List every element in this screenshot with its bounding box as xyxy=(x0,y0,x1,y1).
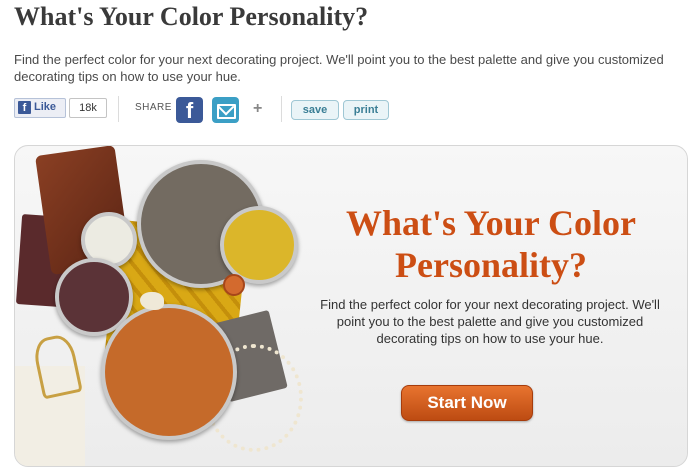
facebook-share-button[interactable]: f xyxy=(176,97,203,123)
share-bar: f Like 18k SHARE f + save print xyxy=(14,96,700,124)
promo-banner: What's Your Color Personality? Find the … xyxy=(14,145,688,467)
save-button[interactable]: save xyxy=(291,100,339,120)
print-button[interactable]: print xyxy=(343,100,389,120)
like-label: Like xyxy=(34,101,57,113)
like-count: 18k xyxy=(69,98,107,118)
divider xyxy=(281,96,282,122)
facebook-icon: f xyxy=(185,98,194,123)
promo-description: Find the perfect color for your next dec… xyxy=(320,297,660,346)
yellow-paint-can-image xyxy=(220,206,298,284)
divider xyxy=(118,96,119,122)
more-share-plus-icon[interactable]: + xyxy=(253,100,262,118)
page-title: What's Your Color Personality? xyxy=(14,2,369,31)
email-share-button[interactable] xyxy=(212,97,239,123)
facebook-icon: f xyxy=(18,101,31,114)
share-label: SHARE xyxy=(135,102,172,113)
page-intro: Find the perfect color for your next dec… xyxy=(14,52,664,84)
paint-cans-photo xyxy=(15,146,305,466)
flower-ornament-image xyxy=(223,274,245,296)
start-now-button[interactable]: Start Now xyxy=(401,385,533,421)
bird-figurine-image xyxy=(140,292,164,310)
orange-paint-can-image xyxy=(101,304,237,440)
facebook-like-button[interactable]: f Like xyxy=(14,98,66,118)
promo-title: What's Your Color Personality? xyxy=(345,203,637,285)
envelope-icon xyxy=(217,104,236,119)
